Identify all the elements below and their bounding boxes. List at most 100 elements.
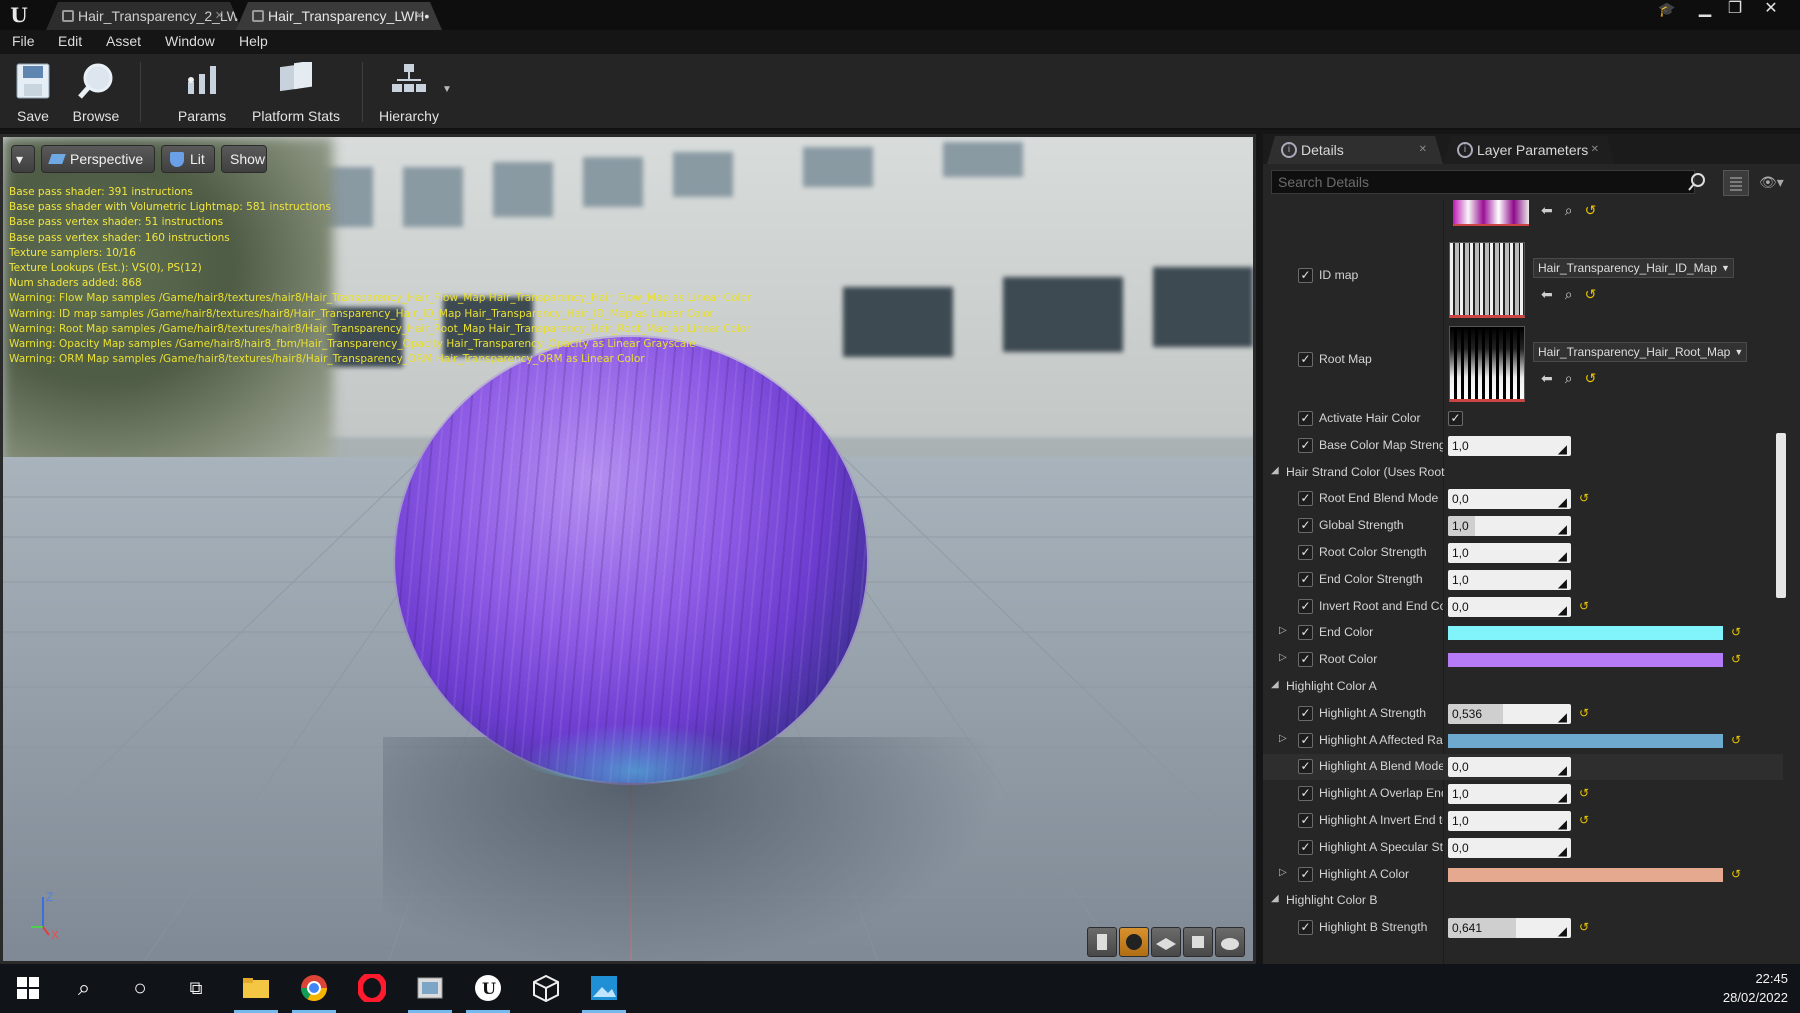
menu-asset[interactable]: Asset: [106, 33, 141, 49]
root-map-asset-combo[interactable]: Hair_Transparency_Hair_Root_Map ▼: [1533, 342, 1748, 362]
number-field[interactable]: 0,0 ◢: [1448, 596, 1571, 617]
reset-to-default-icon[interactable]: ↺: [1731, 867, 1741, 881]
search-details-input[interactable]: Search Details: [1271, 170, 1695, 194]
expand-arrow-icon[interactable]: ▷: [1279, 733, 1287, 744]
system-clock[interactable]: 22:45 28/02/2022: [1723, 969, 1788, 1007]
collapse-arrow-icon[interactable]: ◢: [1271, 893, 1279, 904]
hierarchy-button[interactable]: Hierarchy: [376, 58, 442, 126]
perspective-button[interactable]: Perspective: [41, 145, 155, 173]
number-field[interactable]: 1,0 ◢: [1448, 784, 1571, 805]
restore-button[interactable]: ❐: [1720, 0, 1750, 20]
drag-handle-icon[interactable]: ◢: [1558, 600, 1567, 617]
checkbox[interactable]: ✓: [1298, 759, 1313, 775]
color-swatch[interactable]: [1448, 867, 1723, 882]
checkbox[interactable]: ✓: [1298, 705, 1313, 721]
drag-handle-icon[interactable]: ◢: [1558, 573, 1567, 590]
3d-viewer-icon[interactable]: [530, 972, 562, 1004]
number-field[interactable]: 0,641 ◢: [1448, 918, 1571, 939]
reset-to-default-icon[interactable]: ↺: [1731, 733, 1741, 747]
number-field[interactable]: 0,0 ◢: [1448, 757, 1571, 778]
preview-cube-button[interactable]: [1183, 927, 1213, 957]
drag-handle-icon[interactable]: ◢: [1558, 519, 1567, 536]
drag-handle-icon[interactable]: ◢: [1558, 814, 1567, 831]
chrome-icon[interactable]: [292, 972, 336, 1013]
number-field[interactable]: 0,0 ◢: [1448, 837, 1571, 858]
asset-actions[interactable]: ⬅⌕↺: [1541, 202, 1608, 219]
file-explorer-icon[interactable]: [234, 972, 278, 1013]
drag-handle-icon[interactable]: ◢: [1558, 546, 1567, 563]
collapse-arrow-icon[interactable]: ◢: [1271, 679, 1279, 690]
learn-icon[interactable]: 🎓: [1652, 0, 1682, 20]
viewport-options-button[interactable]: ▾: [11, 145, 35, 173]
number-field[interactable]: 0,536 ◢: [1448, 703, 1571, 724]
number-field[interactable]: 1,0 ◢: [1448, 811, 1571, 831]
reset-to-default-icon[interactable]: ↺: [1579, 786, 1589, 800]
menu-help[interactable]: Help: [239, 33, 268, 49]
checkbox[interactable]: ✓: [1298, 545, 1313, 560]
document-tab-1[interactable]: Hair_Transparency_2_LW• ✕: [46, 2, 242, 30]
flow-map-thumbnail[interactable]: [1453, 200, 1529, 226]
menu-file[interactable]: File: [12, 33, 35, 49]
close-window-button[interactable]: ✕: [1756, 0, 1786, 20]
eye-icon[interactable]: 👁▾: [1759, 174, 1795, 192]
color-swatch[interactable]: [1448, 733, 1723, 748]
hierarchy-dropdown-icon[interactable]: ▼: [442, 84, 452, 95]
checkbox[interactable]: ✓: [1298, 732, 1313, 748]
expand-arrow-icon[interactable]: ▷: [1279, 625, 1287, 636]
preview-cylinder-button[interactable]: [1087, 927, 1117, 957]
unreal-engine-icon[interactable]: U: [466, 972, 510, 1013]
color-swatch[interactable]: [1448, 626, 1723, 641]
value-checkbox[interactable]: ✓: [1448, 411, 1463, 426]
start-windows-icon[interactable]: [12, 972, 44, 1004]
asset-actions[interactable]: ⬅⌕↺: [1541, 370, 1608, 387]
close-tab-icon[interactable]: ✕: [415, 2, 424, 30]
menu-window[interactable]: Window: [165, 33, 215, 49]
number-field[interactable]: 1,0 ◢: [1448, 569, 1571, 590]
preview-plane-button[interactable]: [1151, 927, 1181, 957]
photos-app-icon[interactable]: [582, 972, 626, 1013]
reset-to-default-icon[interactable]: ↺: [1579, 706, 1589, 720]
category-header[interactable]: ◢ Hair Strand Color (Uses Root: [1263, 460, 1783, 486]
id-map-thumbnail[interactable]: [1449, 242, 1525, 318]
reset-to-default-icon[interactable]: ↺: [1579, 920, 1589, 934]
checkbox[interactable]: ✓: [1298, 813, 1313, 828]
minimize-button[interactable]: ▁: [1690, 0, 1720, 20]
category-header[interactable]: ◢ Highlight Color B: [1263, 888, 1783, 914]
checkbox[interactable]: ✓: [1298, 866, 1313, 882]
platform-stats-button[interactable]: Platform Stats: [246, 58, 346, 126]
menu-edit[interactable]: Edit: [58, 33, 82, 49]
reset-to-default-icon[interactable]: ↺: [1579, 491, 1589, 505]
preview-sphere-button[interactable]: [1119, 927, 1149, 957]
root-map-thumbnail[interactable]: [1449, 326, 1525, 402]
checkbox[interactable]: ✓: [1298, 920, 1313, 936]
drag-handle-icon[interactable]: ◢: [1558, 439, 1567, 456]
tab-details[interactable]: i Details ✕: [1267, 136, 1443, 164]
details-scrollbar[interactable]: [1776, 433, 1786, 598]
checkbox[interactable]: ✓: [1298, 786, 1313, 802]
checkbox[interactable]: ✓: [1298, 352, 1313, 367]
document-tab-2[interactable]: Hair_Transparency_LWH• ✕: [236, 2, 442, 30]
search-icon[interactable]: [1687, 172, 1707, 192]
drag-handle-icon[interactable]: ◢: [1558, 760, 1567, 777]
tab-layer-parameters[interactable]: i Layer Parameters ✕: [1443, 136, 1615, 164]
cortana-icon[interactable]: ○: [124, 972, 156, 1004]
reset-to-default-icon[interactable]: ↺: [1731, 652, 1741, 666]
close-tab-icon[interactable]: ✕: [1419, 136, 1427, 164]
number-field[interactable]: 1,0 ◢: [1448, 543, 1571, 563]
drag-handle-icon[interactable]: ◢: [1558, 787, 1567, 804]
expand-arrow-icon[interactable]: ▷: [1279, 652, 1287, 663]
expand-arrow-icon[interactable]: ▷: [1279, 867, 1287, 878]
checkbox[interactable]: ✓: [1298, 518, 1313, 534]
number-field[interactable]: 0,0 ◢: [1448, 489, 1571, 510]
preview-teapot-button[interactable]: [1215, 927, 1245, 957]
lit-mode-button[interactable]: Lit: [161, 145, 215, 173]
save-button[interactable]: Save: [8, 58, 58, 126]
checkbox[interactable]: ✓: [1298, 411, 1313, 426]
checkbox[interactable]: ✓: [1298, 491, 1313, 507]
drag-handle-icon[interactable]: ◢: [1558, 492, 1567, 509]
close-tab-icon[interactable]: ✕: [1591, 136, 1599, 164]
preview-viewport[interactable]: ▾ Perspective Lit Show Base pass shader:…: [0, 134, 1256, 964]
opera-icon[interactable]: [356, 972, 388, 1004]
asset-actions[interactable]: ⬅⌕↺: [1541, 286, 1608, 303]
show-button[interactable]: Show: [221, 145, 267, 173]
